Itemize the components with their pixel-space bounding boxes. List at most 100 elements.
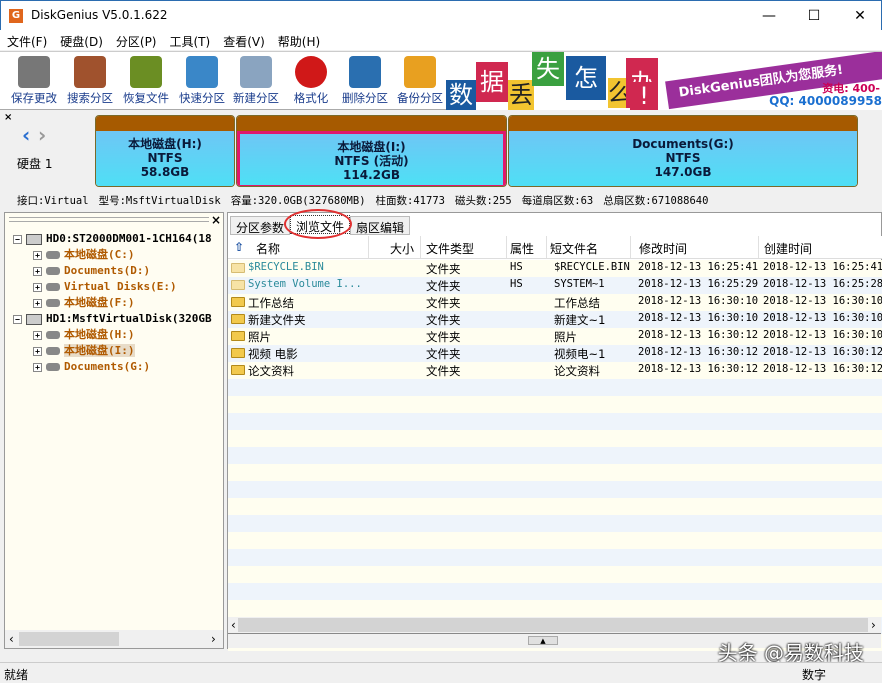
tree-disk[interactable]: −HD0:ST2000DM001-1CH164(18: [13, 231, 212, 247]
menu-item[interactable]: 帮助(H): [271, 30, 326, 50]
scroll-right-icon[interactable]: ›: [871, 618, 876, 632]
file-name: 论文资料: [248, 363, 294, 379]
column-header-cell[interactable]: 名称: [256, 240, 280, 257]
tab[interactable]: 分区参数: [230, 216, 290, 235]
toolbar-button[interactable]: 快速分区: [174, 54, 230, 106]
file-type: 文件夹: [426, 329, 461, 345]
horizontal-scrollbar[interactable]: ‹ ›: [228, 617, 881, 633]
column-header-cell[interactable]: 文件类型: [426, 240, 474, 257]
tree-volume[interactable]: +Virtual Disks(E:): [33, 279, 177, 295]
close-button[interactable]: ✕: [837, 1, 882, 31]
scroll-left-icon[interactable]: ‹: [231, 618, 236, 632]
tree-volume[interactable]: +本地磁盘(H:): [33, 327, 135, 343]
toolbar-button[interactable]: 恢复文件: [118, 54, 174, 106]
tree-label: Documents(D:): [64, 264, 150, 277]
close-icon[interactable]: ×: [211, 213, 221, 227]
partition-block[interactable]: 本地磁盘(H:)NTFS58.8GB: [95, 115, 235, 187]
empty-row: [228, 396, 882, 413]
expand-icon[interactable]: +: [33, 283, 42, 292]
minimize-button[interactable]: —: [746, 1, 792, 31]
tree-volume[interactable]: +本地磁盘(C:): [33, 247, 135, 263]
tree-volume[interactable]: + 本地磁盘(F:): [33, 295, 135, 311]
nav-forward-button[interactable]: ›: [38, 123, 46, 147]
partition-block[interactable]: 本地磁盘(I:)NTFS (活动)114.2GB: [236, 115, 507, 187]
column-header-cell[interactable]: 创建时间: [764, 240, 812, 257]
expand-panel-button[interactable]: ▲: [528, 636, 558, 645]
file-modified: 2018-12-13 16:30:10: [638, 295, 758, 307]
file-row[interactable]: 视频 电影文件夹视频电~12018-12-13 16:30:122018-12-…: [228, 345, 882, 362]
file-row[interactable]: System Volume I...文件夹HSSYSTEM~12018-12-1…: [228, 277, 882, 294]
toolbar-button[interactable]: 删除分区: [337, 54, 393, 106]
file-short: 论文资料: [554, 363, 600, 379]
horizontal-scrollbar[interactable]: ‹ ›: [5, 630, 223, 648]
backup-icon: [404, 56, 436, 88]
scrollbar-thumb[interactable]: [238, 618, 868, 632]
tree-disk[interactable]: −HD1:MsftVirtualDisk(320GB: [13, 311, 212, 327]
file-browser-panel: 分区参数浏览文件扇区编辑 ⇧ 名称大小文件类型属性短文件名修改时间创建时间 $R…: [227, 212, 882, 649]
file-row[interactable]: 论文资料文件夹论文资料2018-12-13 16:30:122018-12-13…: [228, 362, 882, 379]
column-header-cell[interactable]: 修改时间: [639, 240, 687, 257]
advertisement-banner[interactable]: 数据丢失怎么办!DiskGenius团队为您服务!资电: 400-QQ: 400…: [446, 52, 882, 110]
expand-icon[interactable]: +: [33, 251, 42, 260]
empty-row: [228, 447, 882, 464]
volume-icon: [46, 299, 60, 307]
toolbar-button[interactable]: 搜索分区: [62, 54, 118, 106]
partition-size: 147.0GB: [509, 165, 857, 179]
menu-item[interactable]: 工具(T): [163, 30, 217, 50]
toolbar-button[interactable]: 新建分区: [228, 54, 284, 106]
toolbar-button-label: 删除分区: [337, 90, 393, 106]
column-header-cell[interactable]: 属性: [510, 240, 534, 257]
file-row[interactable]: 工作总结文件夹工作总结2018-12-13 16:30:102018-12-13…: [228, 294, 882, 311]
close-icon[interactable]: ×: [4, 112, 12, 123]
empty-row: [228, 549, 882, 566]
toolbar-button-label: 保存更改: [6, 90, 62, 106]
menu-item[interactable]: 硬盘(D): [53, 30, 109, 50]
file-row[interactable]: 新建文件夹文件夹新建文~12018-12-13 16:30:102018-12-…: [228, 311, 882, 328]
expand-icon[interactable]: +: [33, 331, 42, 340]
tree-volume[interactable]: +Documents(G:): [33, 359, 150, 375]
disk-info-field: 型号:MsftVirtualDisk: [99, 195, 221, 207]
menu-item[interactable]: 文件(F): [0, 30, 53, 50]
tab[interactable]: 扇区编辑: [350, 216, 410, 235]
maximize-button[interactable]: ☐: [791, 1, 837, 31]
expand-icon[interactable]: +: [33, 363, 42, 372]
volume-icon: [46, 283, 60, 291]
file-name: 照片: [248, 329, 271, 345]
scrollbar-thumb[interactable]: [19, 632, 119, 646]
scroll-right-icon[interactable]: ›: [211, 632, 216, 646]
status-bar: 就绪 数字: [0, 662, 882, 681]
disk-label: 硬盘 1: [17, 155, 52, 172]
expand-icon[interactable]: +: [33, 347, 42, 356]
collapse-icon[interactable]: −: [13, 235, 22, 244]
tree-volume[interactable]: +本地磁盘(I:): [33, 343, 135, 359]
disk-info-field: 接口:Virtual: [17, 195, 89, 207]
expand-icon[interactable]: +: [33, 267, 42, 276]
tree-volume[interactable]: + Documents(D:): [33, 263, 150, 279]
toolbar-button[interactable]: 格式化: [283, 54, 339, 106]
up-directory-icon[interactable]: ⇧: [234, 240, 244, 254]
toolbar-button[interactable]: 保存更改: [6, 54, 62, 106]
highlight-circle: [284, 209, 352, 239]
scroll-left-icon[interactable]: ‹: [9, 632, 14, 646]
toolbar-button-label: 搜索分区: [62, 90, 118, 106]
tree-label: 本地磁盘(F:): [64, 296, 135, 309]
file-type: 文件夹: [426, 261, 461, 277]
menu-item[interactable]: 查看(V): [216, 30, 271, 50]
file-name: 新建文件夹: [248, 312, 306, 328]
collapse-icon[interactable]: −: [13, 315, 22, 324]
column-header-cell[interactable]: 短文件名: [550, 240, 598, 257]
file-type: 文件夹: [426, 278, 461, 294]
file-modified: 2018-12-13 16:30:12: [638, 346, 758, 358]
column-header-cell[interactable]: 大小: [390, 240, 414, 257]
file-short: 新建文~1: [554, 312, 605, 328]
partition-block[interactable]: Documents(G:)NTFS147.0GB: [508, 115, 858, 187]
expand-icon[interactable]: +: [33, 299, 42, 308]
file-created: 2018-12-13 16:30:10: [763, 329, 882, 341]
menu-item[interactable]: 分区(P): [109, 30, 163, 50]
file-type: 文件夹: [426, 346, 461, 362]
toolbar-button[interactable]: 备份分区: [392, 54, 448, 106]
hard-disk-icon: [26, 314, 42, 325]
file-row[interactable]: $RECYCLE.BIN文件夹HS$RECYCLE.BIN2018-12-13 …: [228, 260, 882, 277]
file-row[interactable]: 照片文件夹照片2018-12-13 16:30:122018-12-13 16:…: [228, 328, 882, 345]
nav-back-button[interactable]: ‹: [22, 123, 30, 147]
